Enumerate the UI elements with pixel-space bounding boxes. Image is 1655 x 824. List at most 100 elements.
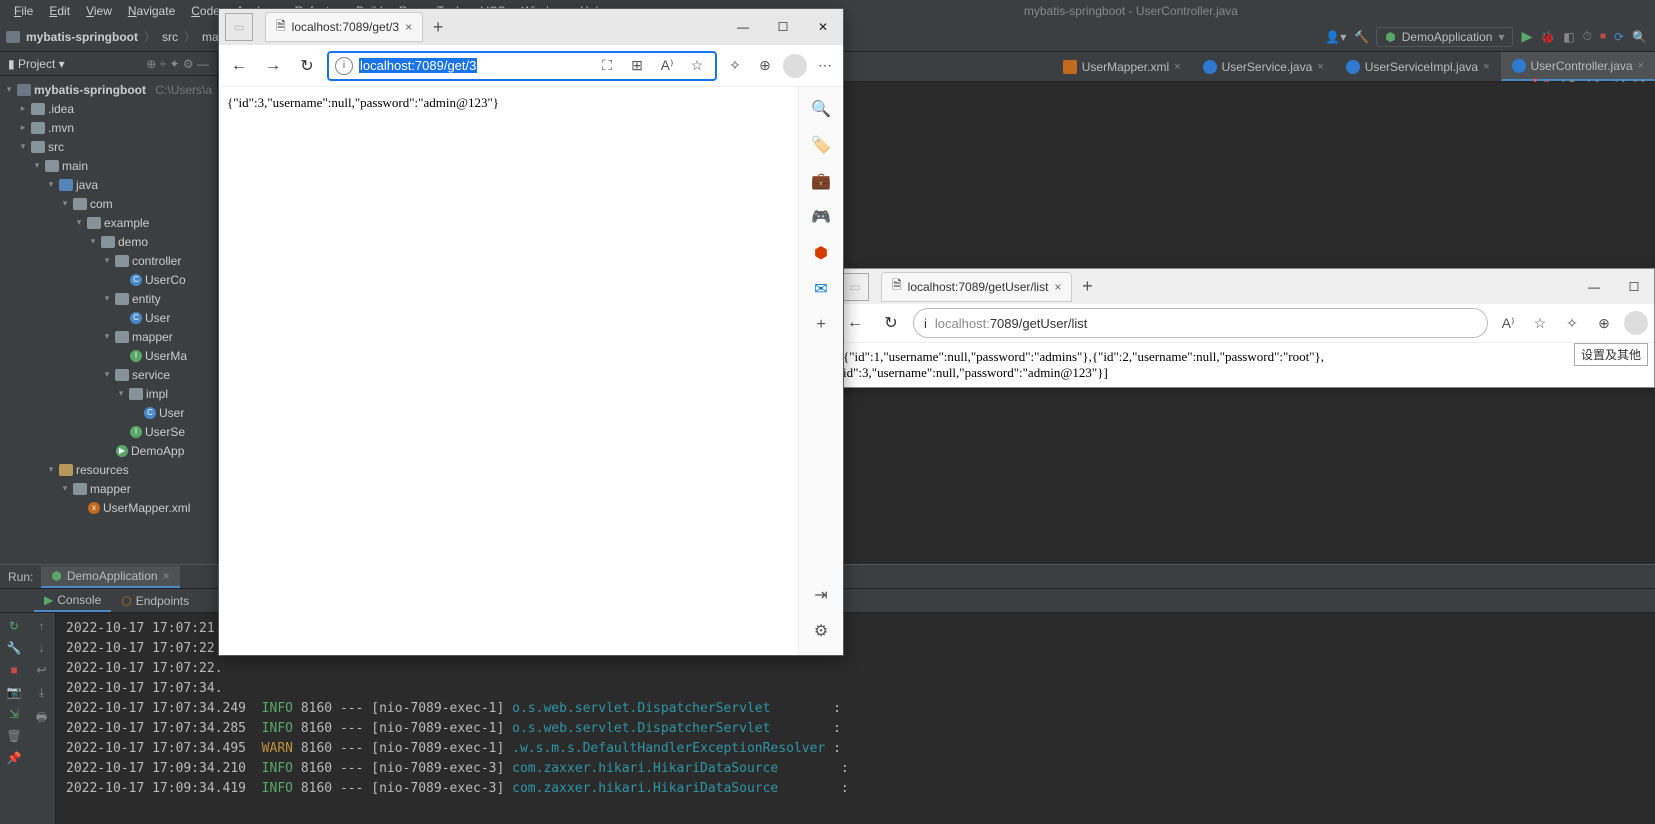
coverage-button[interactable]: ◧ xyxy=(1563,30,1574,44)
up-icon[interactable]: ↑ xyxy=(39,619,45,633)
tools-icon[interactable]: 💼 xyxy=(809,169,833,193)
reload-button[interactable]: ↻ xyxy=(293,52,321,80)
minimize-button[interactable]: — xyxy=(723,12,763,42)
read-aloud-icon[interactable]: A⁾ xyxy=(1496,311,1520,335)
close-icon[interactable]: × xyxy=(1054,280,1061,294)
run-config-selector[interactable]: ⬢ DemoApplication ▾ xyxy=(1376,27,1513,47)
menu-navigate[interactable]: Navigate xyxy=(122,2,181,20)
down-icon[interactable]: ↓ xyxy=(39,641,45,655)
close-window-button[interactable]: ✕ xyxy=(803,12,843,42)
plus-icon[interactable]: + xyxy=(809,313,833,337)
run-button[interactable]: ▶ xyxy=(1521,28,1532,45)
hide-sidebar-icon[interactable]: ⇥ xyxy=(809,583,833,607)
close-icon[interactable]: × xyxy=(1174,61,1180,73)
menu-file[interactable]: File xyxy=(8,2,39,20)
maximize-button[interactable]: ☐ xyxy=(763,12,803,42)
tree-example[interactable]: ▾example xyxy=(0,213,217,232)
tree-root[interactable]: ▾mybatis-springboot C:\Users\a xyxy=(0,80,217,99)
browser2-tab[interactable]: 🗎localhost:7089/getUser/list× xyxy=(881,272,1072,302)
tree-resources[interactable]: ▾resources xyxy=(0,460,217,479)
maximize-button[interactable]: ☐ xyxy=(1614,272,1654,302)
endpoints-tab[interactable]: ⬡Endpoints xyxy=(111,591,199,611)
trash-icon[interactable]: 🗑 xyxy=(6,729,21,743)
pin-icon[interactable]: 📌 xyxy=(7,751,22,765)
tree-service[interactable]: ▾service xyxy=(0,365,217,384)
favorite-icon[interactable]: ☆ xyxy=(685,54,709,78)
close-icon[interactable]: × xyxy=(1317,61,1323,73)
tree-impl[interactable]: ▾impl xyxy=(0,384,217,403)
collections-icon[interactable]: ⊕ xyxy=(753,54,777,78)
stop-button[interactable]: ■ xyxy=(1600,31,1606,42)
browser1-tab[interactable]: 🗎localhost:7089/get/3× xyxy=(265,12,423,42)
grid-icon[interactable]: ⊞ xyxy=(625,54,649,78)
menu-view[interactable]: View xyxy=(80,2,118,20)
tab-usercontroller[interactable]: UserController.java× xyxy=(1501,52,1655,81)
games-icon[interactable]: 🎮 xyxy=(809,205,833,229)
search-icon[interactable]: 🔍 xyxy=(1632,30,1647,44)
tab-userserviceimpl[interactable]: UserServiceImpl.java× xyxy=(1335,53,1501,81)
camera-icon[interactable]: 📷 xyxy=(7,685,22,699)
profile-icon[interactable] xyxy=(783,54,807,78)
tree-java[interactable]: ▾java xyxy=(0,175,217,194)
profile-button[interactable]: ⏱ xyxy=(1583,29,1592,44)
new-tab-button[interactable]: + xyxy=(1072,272,1102,302)
shopping-icon[interactable]: 🏷️ xyxy=(809,133,833,157)
site-info-icon[interactable]: i xyxy=(924,316,927,331)
exit-icon[interactable]: ⇲ xyxy=(9,707,19,721)
tree-entity[interactable]: ▾entity xyxy=(0,289,217,308)
close-icon[interactable]: × xyxy=(405,20,412,34)
tree-main[interactable]: ▾main xyxy=(0,156,217,175)
close-icon[interactable]: × xyxy=(1483,61,1489,73)
reload-button[interactable]: ↻ xyxy=(877,309,905,337)
profile-icon[interactable] xyxy=(1624,311,1648,335)
project-header[interactable]: ▮ Project ▾ ⊕ ÷ ✦ ⚙ — xyxy=(0,52,217,76)
tab-actions-button[interactable]: ▭ xyxy=(225,13,253,41)
close-icon[interactable]: × xyxy=(1638,60,1644,72)
stop-icon[interactable]: ■ xyxy=(10,663,17,677)
tree-res-mapper[interactable]: ▾mapper xyxy=(0,479,217,498)
scroll-icon[interactable]: ⤓ xyxy=(39,685,44,700)
tree-controller[interactable]: ▾controller xyxy=(0,251,217,270)
site-info-icon[interactable]: i xyxy=(335,57,353,75)
tree-userimpl[interactable]: CUser xyxy=(0,403,217,422)
address-bar[interactable]: i localhost:7089/getUser/list xyxy=(913,308,1488,338)
tree-src[interactable]: ▾src xyxy=(0,137,217,156)
tree-idea[interactable]: ▸.idea xyxy=(0,99,217,118)
debug-button[interactable]: 🐞 xyxy=(1540,30,1555,44)
search-icon[interactable]: 🔍 xyxy=(809,97,833,121)
back-button[interactable]: ← xyxy=(841,309,869,337)
git-pull-icon[interactable]: ⟳ xyxy=(1614,30,1624,44)
tree-demoapp[interactable]: ▶DemoApp xyxy=(0,441,217,460)
user-icon[interactable]: 👤▾ xyxy=(1325,30,1346,44)
tree-usermapper-xml[interactable]: xUserMapper.xml xyxy=(0,498,217,517)
tree-com[interactable]: ▾com xyxy=(0,194,217,213)
rerun-icon[interactable]: ↻ xyxy=(9,619,19,633)
collections-icon[interactable]: ⊕ xyxy=(1592,311,1616,335)
tree-mvn[interactable]: ▸.mvn xyxy=(0,118,217,137)
new-tab-button[interactable]: + xyxy=(423,12,453,42)
tab-userservice[interactable]: UserService.java× xyxy=(1192,53,1335,81)
more-icon[interactable]: ⋯ xyxy=(813,54,837,78)
print-icon[interactable]: 🖶 xyxy=(36,708,47,729)
read-aloud-icon[interactable]: A⁾ xyxy=(655,54,679,78)
favorites-bar-icon[interactable]: ✧ xyxy=(1560,311,1584,335)
tab-usermapper-xml[interactable]: UserMapper.xml× xyxy=(1052,53,1192,81)
enter-immersive-icon[interactable]: ⛶ xyxy=(595,54,619,78)
tree-mapper[interactable]: ▾mapper xyxy=(0,327,217,346)
tree-user[interactable]: CUser xyxy=(0,308,217,327)
back-button[interactable]: ← xyxy=(225,52,253,80)
tool-icon[interactable]: 🔧 xyxy=(7,641,22,655)
console-tab[interactable]: ▶Console xyxy=(34,590,111,612)
crumb-src[interactable]: src xyxy=(158,28,182,46)
menu-edit[interactable]: Edit xyxy=(43,2,76,20)
minimize-button[interactable]: — xyxy=(1574,272,1614,302)
outlook-icon[interactable]: ✉ xyxy=(809,277,833,301)
wrap-icon[interactable]: ↩ xyxy=(36,663,46,677)
forward-button[interactable]: → xyxy=(259,52,287,80)
tree-usermapper[interactable]: IUserMa xyxy=(0,346,217,365)
run-tab-demoapp[interactable]: ⬢DemoApplication× xyxy=(41,566,179,588)
tree-userservice[interactable]: IUserSe xyxy=(0,422,217,441)
tree-demo[interactable]: ▾demo xyxy=(0,232,217,251)
crumb-root[interactable]: mybatis-springboot xyxy=(22,28,142,46)
address-bar[interactable]: i localhost:7089/get/3 ⛶ ⊞ A⁾ ☆ xyxy=(327,51,717,81)
